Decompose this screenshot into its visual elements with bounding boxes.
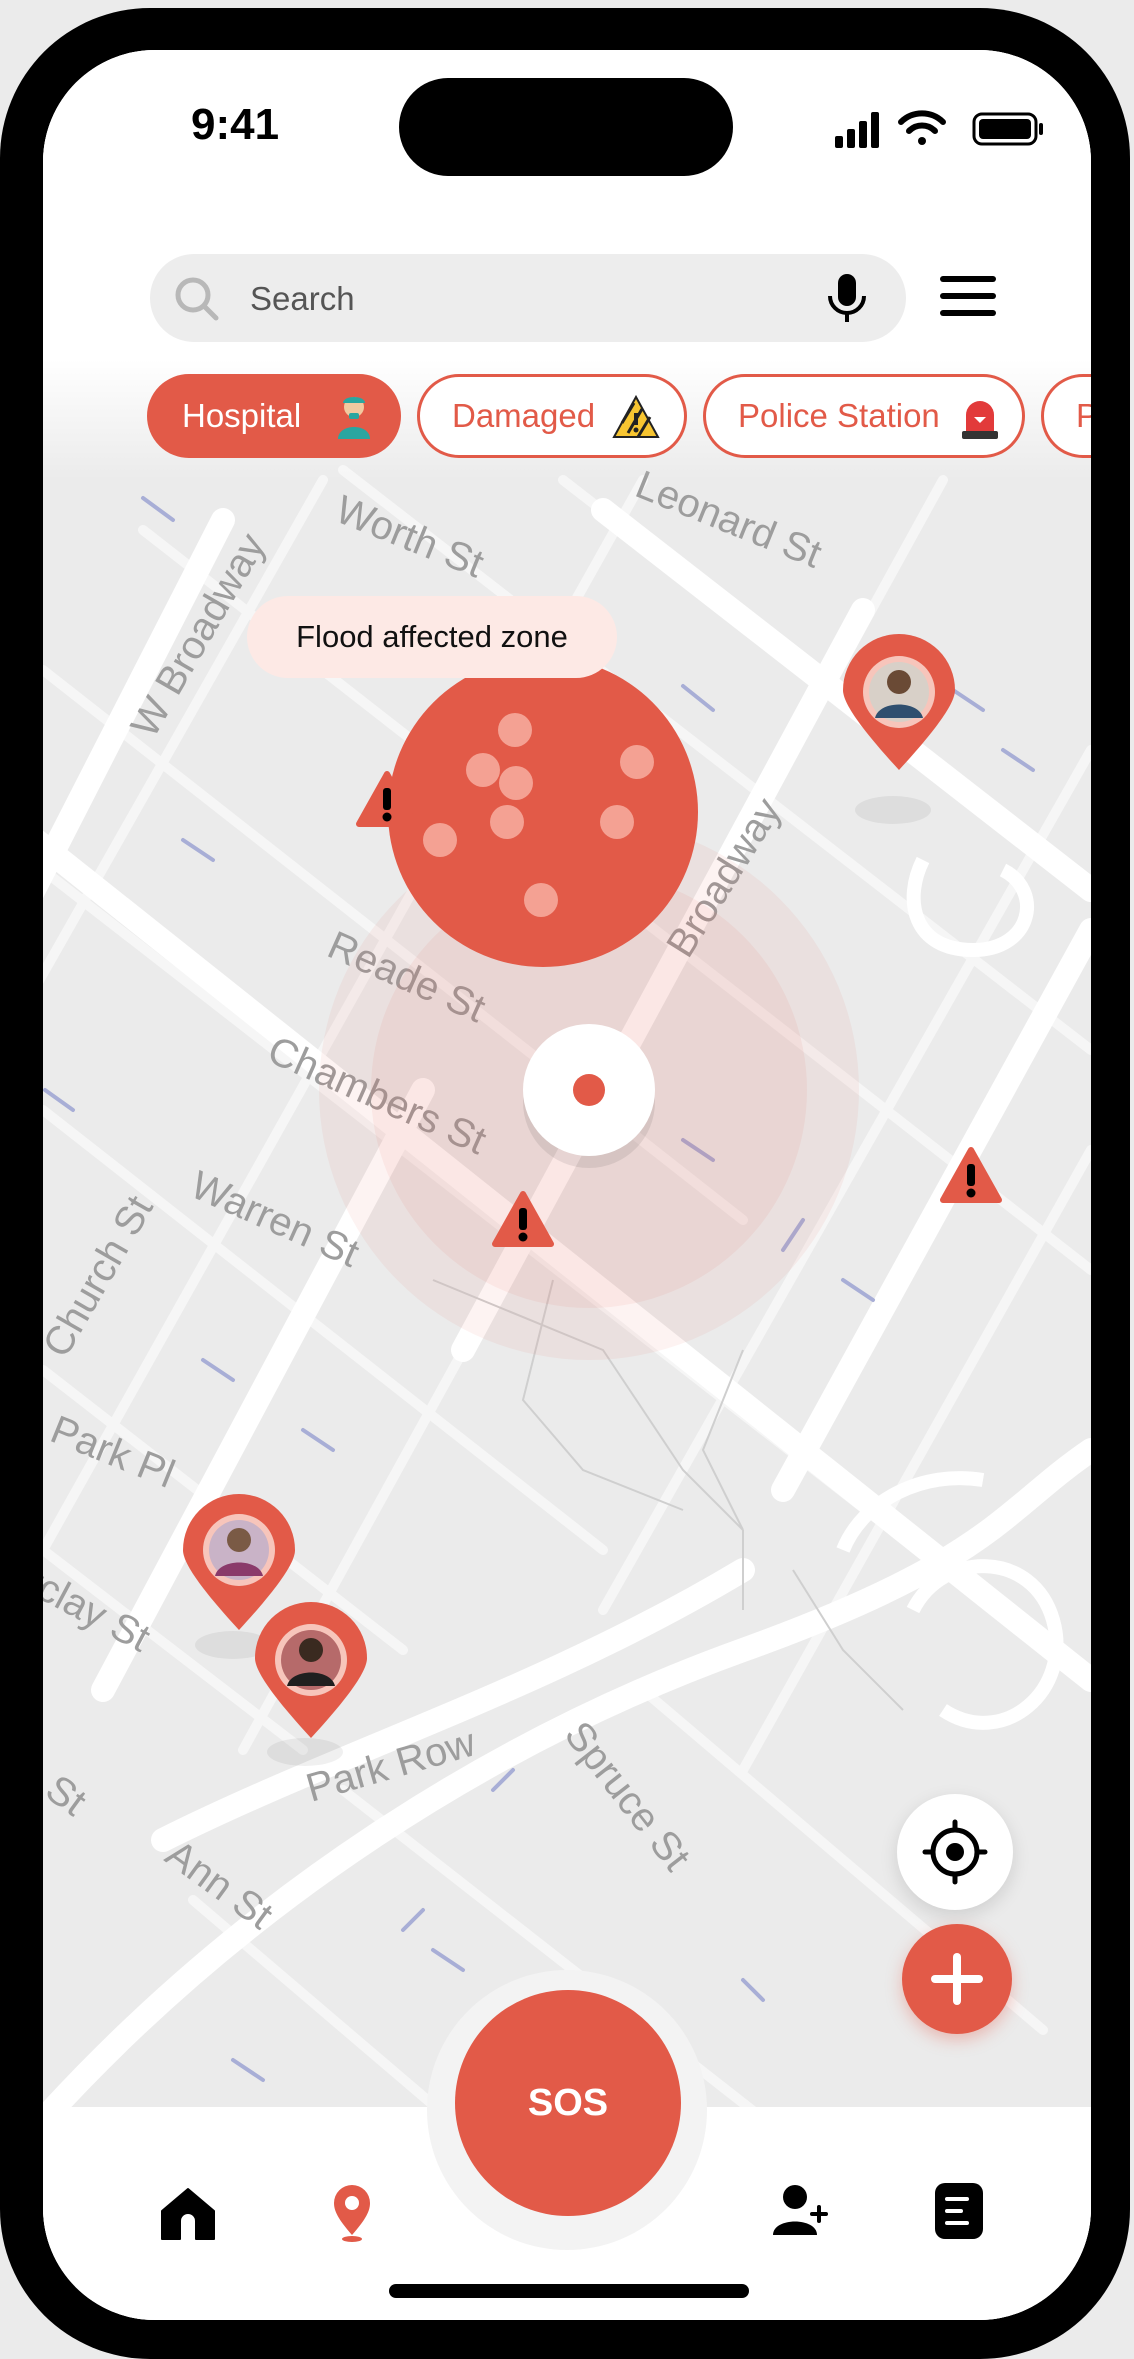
siren-icon [962, 401, 998, 439]
filter-chip-police-station[interactable]: Police Station [703, 374, 1025, 458]
crosshair-icon [922, 1819, 988, 1885]
flood-zone-tooltip: Flood affected zone [247, 596, 617, 678]
sos-button[interactable]: SOS [455, 1990, 681, 2216]
recenter-button[interactable] [897, 1794, 1013, 1910]
chip-label: Damaged [452, 397, 596, 434]
report-list-icon[interactable] [927, 2179, 991, 2243]
home-icon[interactable] [156, 2181, 220, 2245]
filter-chip-hospital[interactable]: Hospital [147, 374, 401, 458]
phone-frame: Worth St Leonard St W Broadway Broadway … [0, 0, 1134, 2359]
plus-icon [931, 1953, 983, 2005]
home-indicator [389, 2284, 749, 2298]
search-input[interactable]: Search [250, 280, 355, 318]
app-screen: Worth St Leonard St W Broadway Broadway … [43, 50, 1091, 2320]
health-worker-icon [338, 397, 370, 439]
status-time: 9:41 [191, 100, 280, 149]
add-user-icon[interactable] [769, 2179, 833, 2243]
filter-chip-damaged[interactable]: Damaged [417, 374, 687, 458]
hamburger-menu-icon[interactable] [938, 272, 998, 320]
category-filter-bar: Hospital Damaged Police Station P [147, 374, 1091, 462]
wifi-icon [898, 110, 946, 145]
dynamic-island [399, 78, 733, 176]
chip-label: Po [1076, 397, 1091, 434]
search-bar[interactable]: Search [150, 254, 906, 342]
battery-icon [972, 112, 1043, 146]
map-pin-icon[interactable] [320, 2179, 384, 2243]
microphone-icon[interactable] [822, 272, 872, 326]
chip-label: Police Station [738, 397, 940, 434]
add-button[interactable] [902, 1924, 1012, 2034]
chip-label: Hospital [182, 397, 302, 434]
flood-zone-circle[interactable] [388, 657, 698, 967]
status-icons [789, 106, 1049, 150]
filter-chip-more[interactable]: Po [1041, 374, 1091, 458]
hazard-icon [612, 394, 660, 438]
signal-icon [835, 112, 879, 148]
search-icon [175, 277, 219, 321]
